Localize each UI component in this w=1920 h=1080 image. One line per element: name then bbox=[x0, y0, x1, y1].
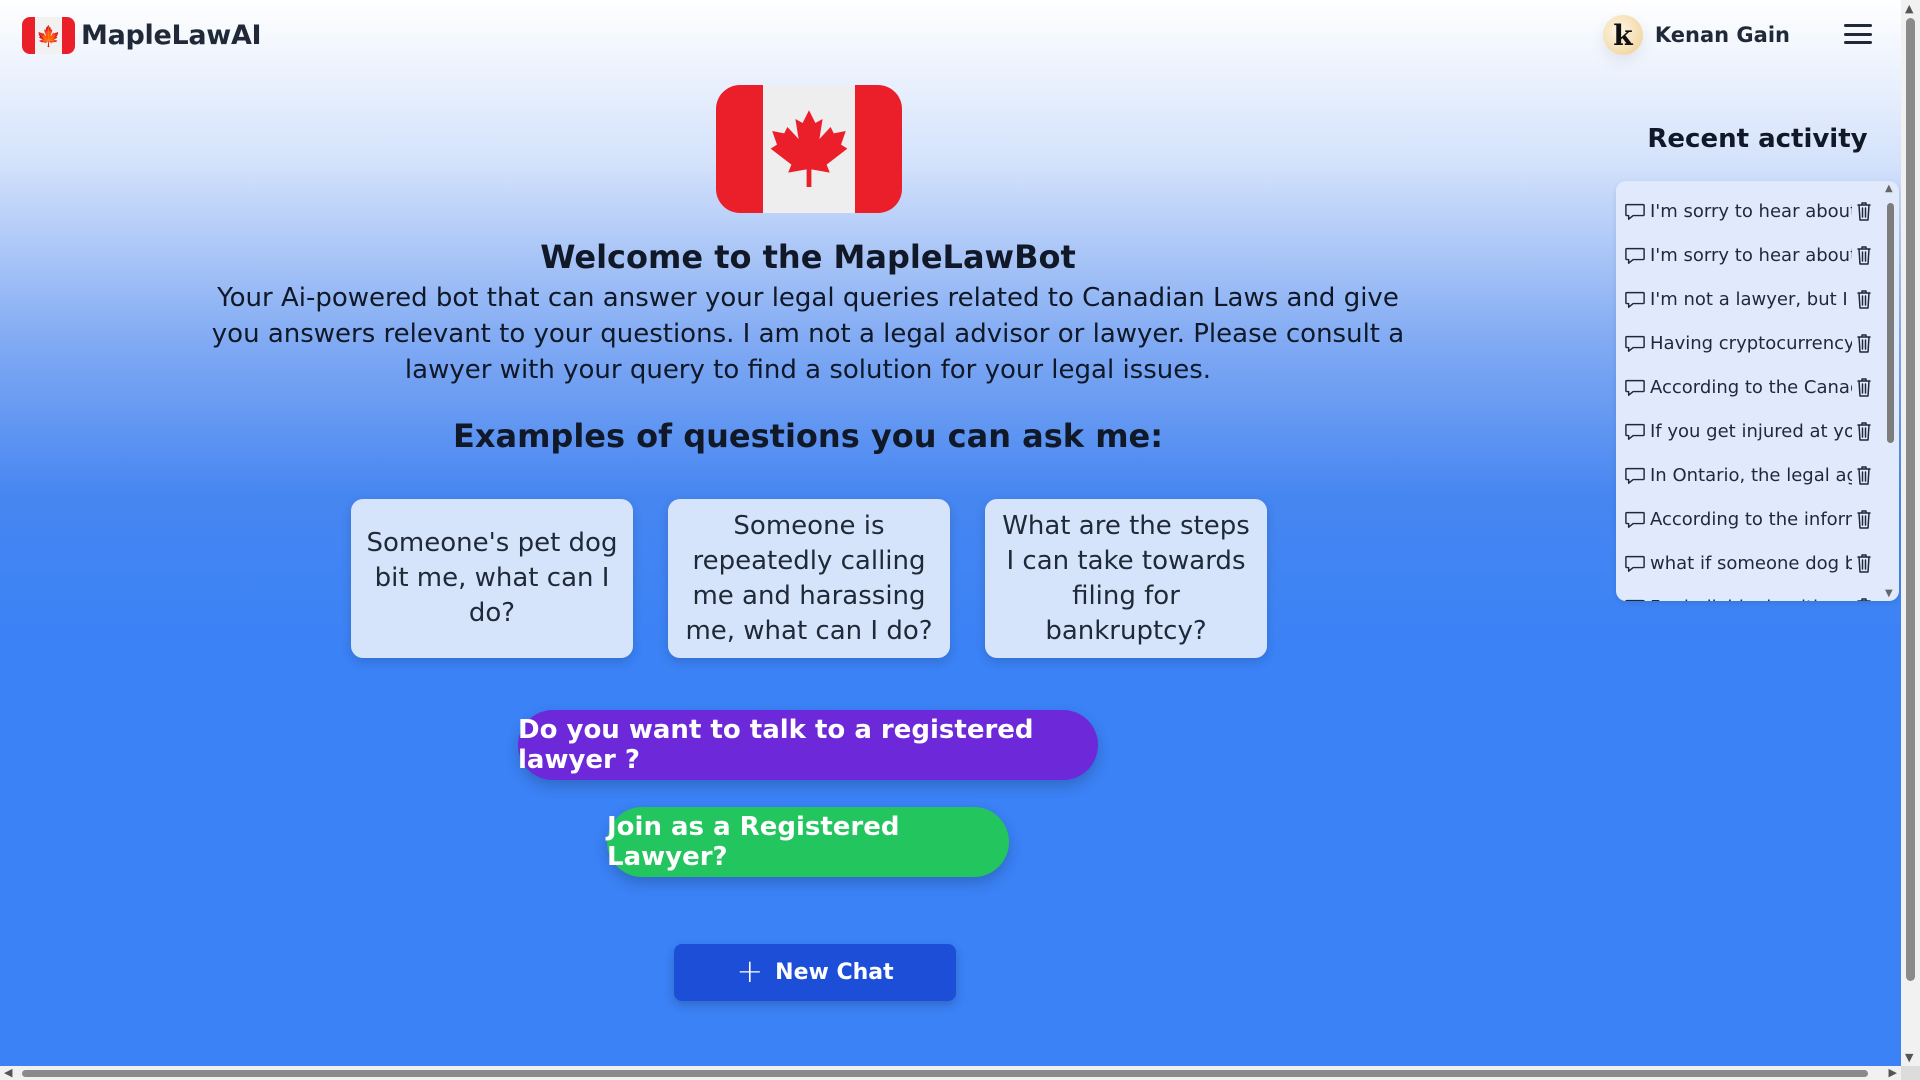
brand-flag-icon: 🍁 bbox=[22, 17, 75, 54]
recent-activity-text: I'm sorry to hear about y bbox=[1650, 244, 1852, 266]
canada-flag-logo bbox=[716, 85, 902, 213]
chat-bubble-icon bbox=[1624, 509, 1646, 529]
scroll-down-arrow-icon[interactable]: ▼ bbox=[1905, 1051, 1913, 1064]
chat-bubble-icon bbox=[1624, 377, 1646, 397]
welcome-title: Welcome to the MapleLawBot bbox=[540, 238, 1076, 276]
recent-scrollbar[interactable]: ▲ ▼ bbox=[1883, 181, 1897, 601]
chat-bubble-icon bbox=[1624, 245, 1646, 265]
trash-icon[interactable] bbox=[1854, 288, 1874, 310]
recent-activity-item[interactable]: According to the Canadi bbox=[1624, 365, 1881, 409]
join-as-lawyer-button[interactable]: Join as a Registered Lawyer? bbox=[607, 807, 1009, 877]
recent-activity-item[interactable]: I'm sorry to hear about y bbox=[1624, 189, 1881, 233]
recent-activity-text: Having cryptocurrency i bbox=[1650, 332, 1852, 354]
page-vertical-scrollbar[interactable]: ▲ ▼ bbox=[1901, 0, 1920, 1066]
intro-text: Your Ai-powered bot that can answer your… bbox=[211, 283, 1405, 385]
recent-activity-title: Recent activity bbox=[1647, 124, 1868, 154]
user-profile[interactable]: k Kenan Gain bbox=[1602, 15, 1790, 55]
new-chat-label: New Chat bbox=[775, 960, 894, 985]
scrollbar-thumb[interactable] bbox=[22, 1070, 1868, 1077]
example-card[interactable]: Someone is repeatedly calling me and har… bbox=[668, 499, 950, 658]
recent-activity-item[interactable]: what if someone dog bit bbox=[1624, 541, 1881, 585]
trash-icon[interactable] bbox=[1854, 508, 1874, 530]
recent-activity-item[interactable]: I'm not a lawyer, but I ca bbox=[1624, 277, 1881, 321]
scrollbar-corner bbox=[1901, 1066, 1920, 1080]
trash-icon[interactable] bbox=[1854, 596, 1874, 601]
example-card[interactable]: Someone's pet dog bit me, what can I do? bbox=[351, 499, 633, 658]
recent-activity-text: According to the informa bbox=[1650, 508, 1852, 530]
user-name: Kenan Gain bbox=[1654, 23, 1790, 47]
scroll-up-arrow-icon[interactable]: ▲ bbox=[1905, 2, 1913, 15]
maple-leaf-icon: 🍁 bbox=[35, 17, 62, 54]
chat-bubble-icon bbox=[1624, 289, 1646, 309]
trash-icon[interactable] bbox=[1854, 420, 1874, 442]
talk-to-lawyer-button[interactable]: Do you want to talk to a registered lawy… bbox=[518, 710, 1098, 780]
trash-icon[interactable] bbox=[1854, 244, 1874, 266]
chat-bubble-icon bbox=[1624, 333, 1646, 353]
chat-bubble-icon bbox=[1624, 465, 1646, 485]
page-horizontal-scrollbar[interactable]: ◀ ▶ bbox=[0, 1066, 1901, 1080]
chat-bubble-icon bbox=[1624, 421, 1646, 441]
scroll-right-arrow-icon[interactable]: ▶ bbox=[1889, 1066, 1897, 1079]
recent-activity-item[interactable]: If you get injured at your bbox=[1624, 409, 1881, 453]
recent-activity-text: In Ontario, the legal age bbox=[1650, 464, 1852, 486]
chat-bubble-icon bbox=[1624, 201, 1646, 221]
recent-activity-text: I'm not a lawyer, but I ca bbox=[1650, 288, 1852, 310]
recent-activity-item[interactable]: Having cryptocurrency i bbox=[1624, 321, 1881, 365]
menu-icon[interactable] bbox=[1844, 24, 1872, 44]
recent-activity-text: For individuals with a ne bbox=[1650, 597, 1852, 602]
example-cards: Someone's pet dog bit me, what can I do?… bbox=[351, 499, 1267, 658]
recent-activity-item[interactable]: According to the informa bbox=[1624, 497, 1881, 541]
trash-icon[interactable] bbox=[1854, 464, 1874, 486]
brand-name: MapleLawAI bbox=[81, 20, 262, 51]
avatar: k bbox=[1602, 15, 1643, 55]
recent-activity-list: I'm sorry to hear about y I'm sorry to he… bbox=[1616, 181, 1881, 601]
recent-activity-item[interactable]: In Ontario, the legal age bbox=[1624, 453, 1881, 497]
example-card[interactable]: What are the steps I can take towards fi… bbox=[985, 499, 1267, 658]
recent-activity-text: If you get injured at your bbox=[1650, 420, 1852, 442]
recent-activity-item[interactable]: For individuals with a ne bbox=[1624, 585, 1881, 601]
recent-activity-panel: I'm sorry to hear about y I'm sorry to he… bbox=[1616, 181, 1899, 601]
recent-activity-text: According to the Canadi bbox=[1650, 376, 1852, 398]
scroll-left-arrow-icon[interactable]: ◀ bbox=[4, 1066, 12, 1079]
recent-activity-text: I'm sorry to hear about y bbox=[1650, 200, 1852, 222]
scrollbar-thumb[interactable] bbox=[1906, 18, 1915, 981]
plus-icon: + bbox=[736, 952, 764, 990]
scroll-up-arrow-icon[interactable]: ▲ bbox=[1885, 183, 1893, 194]
trash-icon[interactable] bbox=[1854, 332, 1874, 354]
brand[interactable]: 🍁 MapleLawAI bbox=[22, 17, 262, 54]
chat-bubble-icon bbox=[1624, 597, 1646, 601]
scroll-down-arrow-icon[interactable]: ▼ bbox=[1885, 588, 1893, 599]
trash-icon[interactable] bbox=[1854, 376, 1874, 398]
examples-title: Examples of questions you can ask me: bbox=[452, 417, 1164, 455]
maple-leaf-icon bbox=[770, 110, 848, 187]
scrollbar-thumb[interactable] bbox=[1887, 203, 1894, 443]
new-chat-button[interactable]: + New Chat bbox=[674, 944, 956, 1001]
recent-activity-text: what if someone dog bit bbox=[1650, 552, 1852, 574]
trash-icon[interactable] bbox=[1854, 552, 1874, 574]
recent-activity-item[interactable]: I'm sorry to hear about y bbox=[1624, 233, 1881, 277]
chat-bubble-icon bbox=[1624, 553, 1646, 573]
trash-icon[interactable] bbox=[1854, 200, 1874, 222]
